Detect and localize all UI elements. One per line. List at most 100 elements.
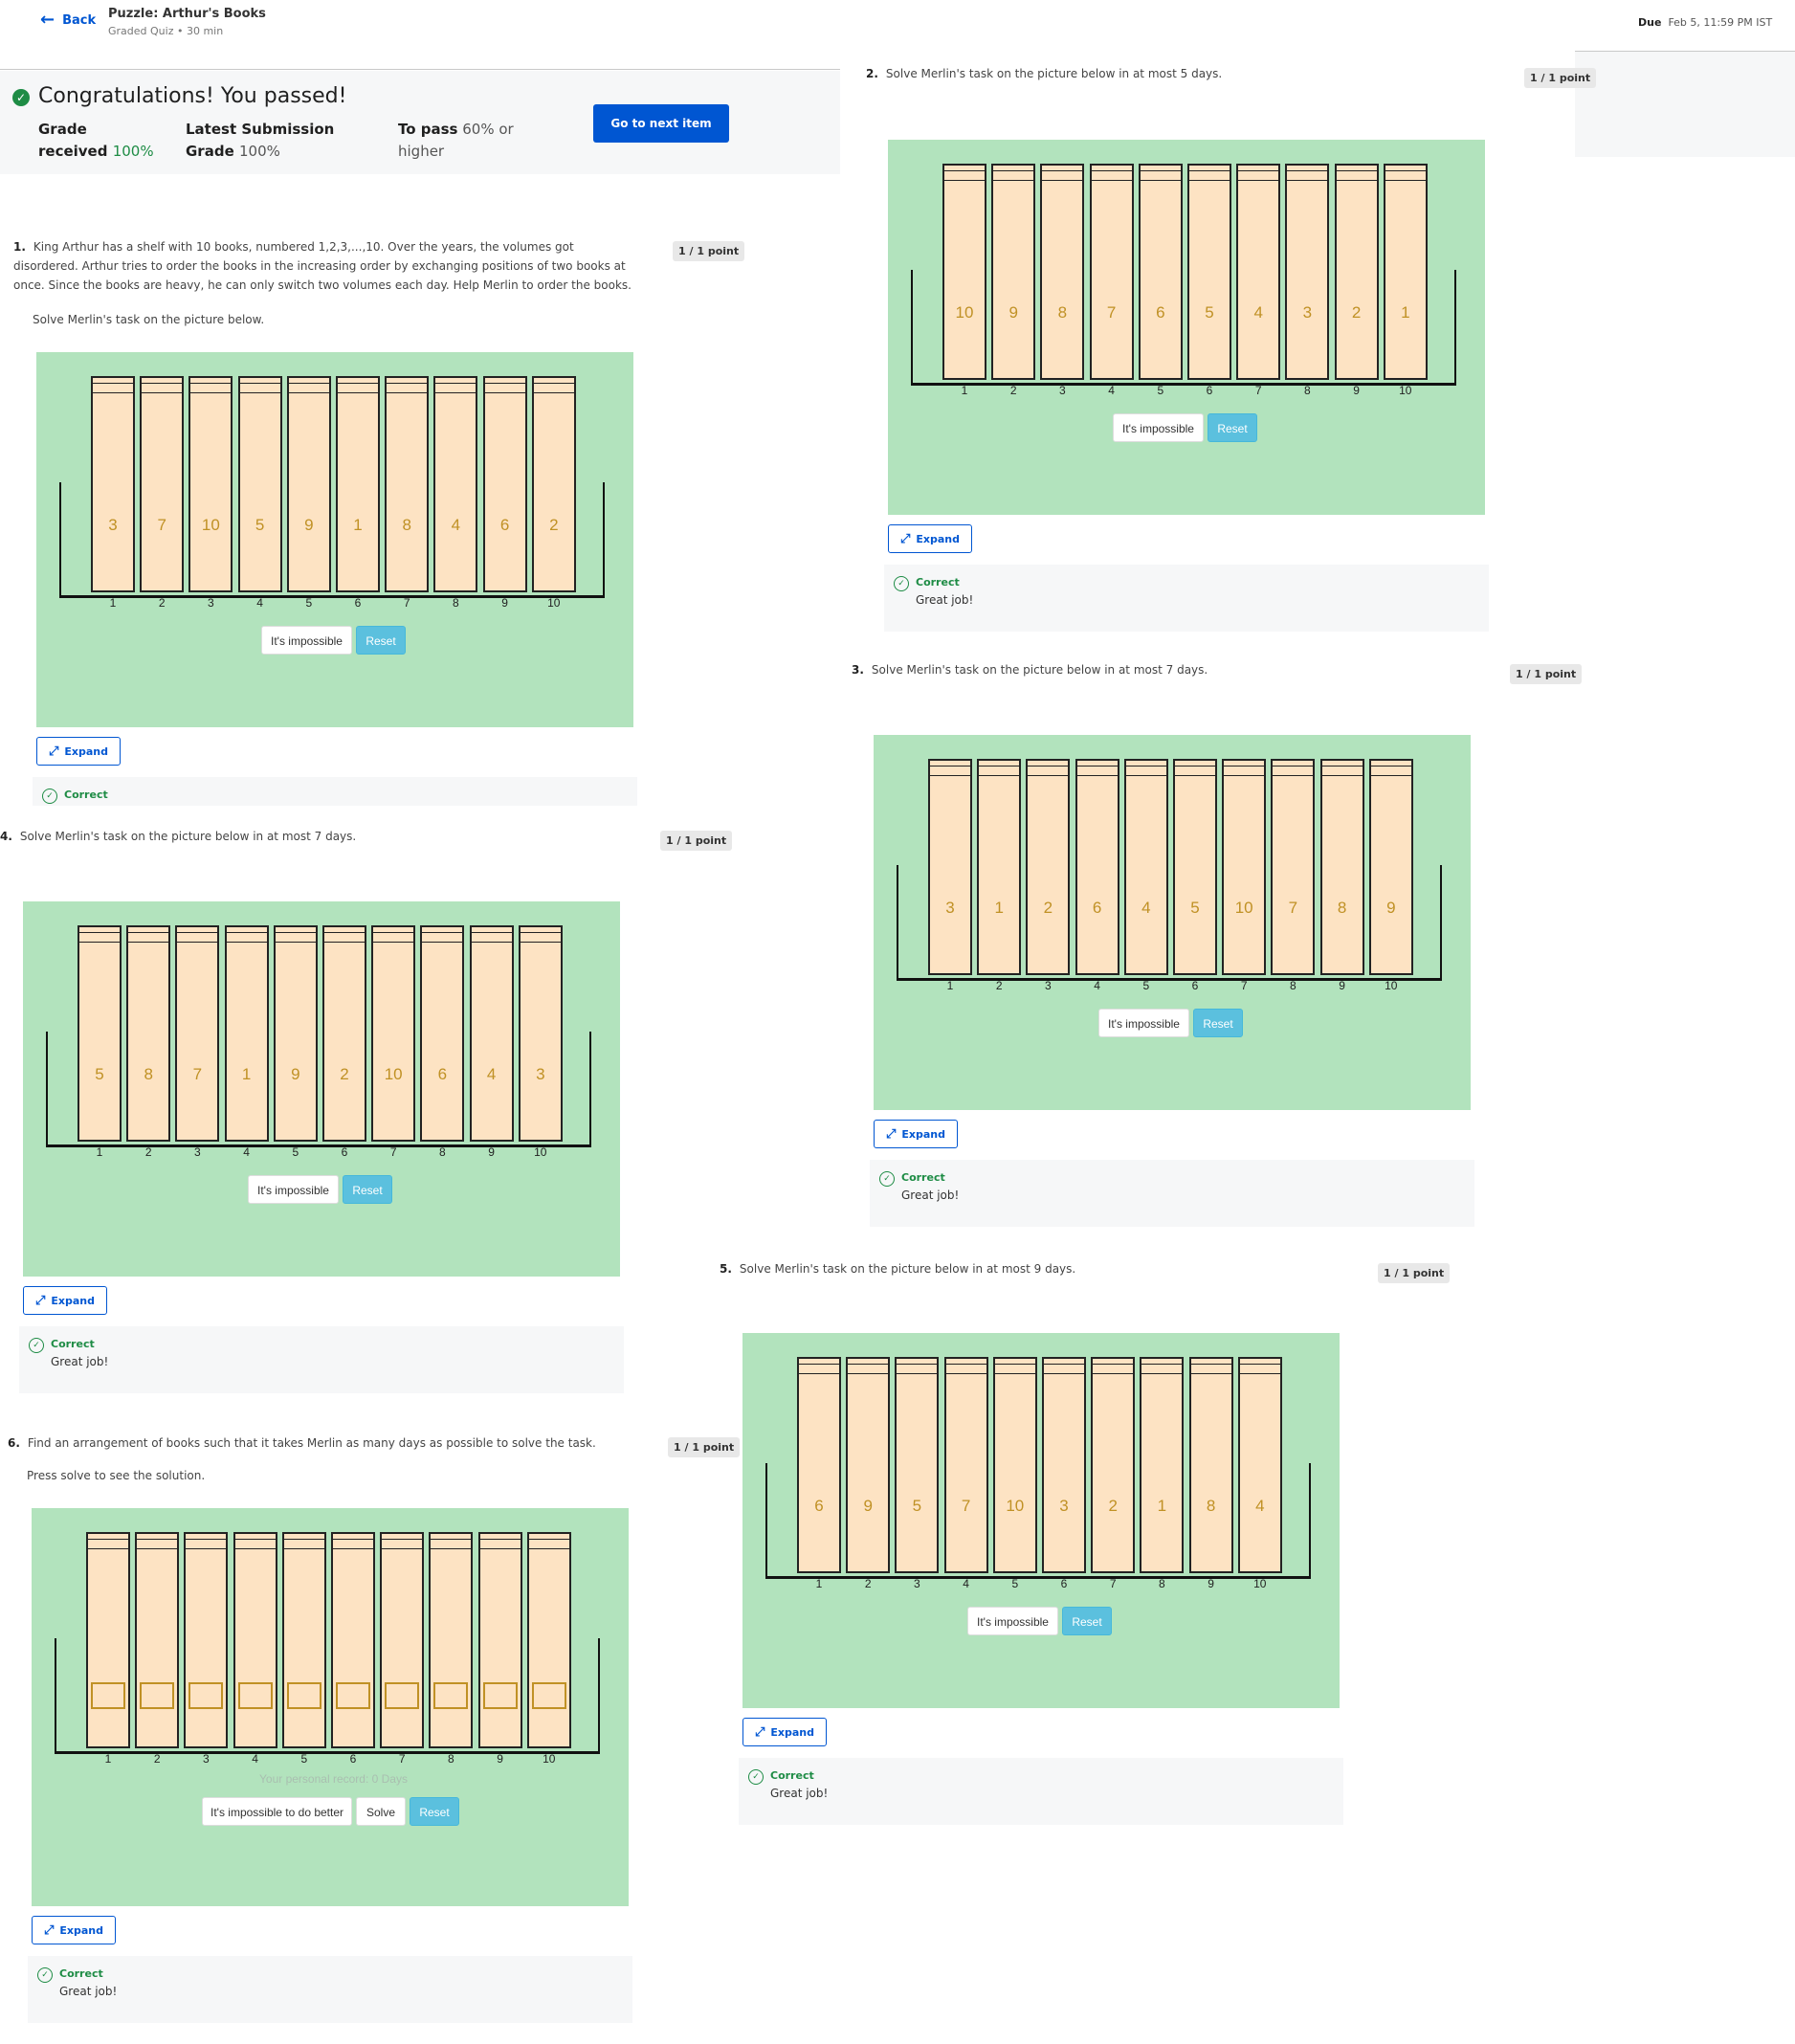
position-label: 5 [1157,384,1164,397]
book[interactable] [429,1532,474,1748]
book[interactable]: 7 [943,1357,988,1573]
book[interactable]: 5 [1173,759,1217,975]
book[interactable]: 1 [977,759,1022,975]
book[interactable]: 1 [1383,164,1428,380]
reset-button[interactable]: Reset [410,1797,459,1826]
book[interactable]: 9 [846,1357,891,1573]
book[interactable] [184,1532,229,1748]
book[interactable] [233,1532,277,1748]
book[interactable]: 5 [78,925,122,1142]
book[interactable] [135,1532,180,1748]
book-bands [373,932,414,943]
book-bands [382,1539,423,1549]
book[interactable]: 8 [1040,164,1085,380]
book[interactable]: 7 [175,925,220,1142]
impossible-button[interactable]: It's impossible [1098,1009,1189,1037]
impossible-button[interactable]: It's impossible [967,1607,1058,1635]
book[interactable] [477,1532,522,1748]
book[interactable]: 8 [385,376,430,592]
book[interactable] [86,1532,130,1748]
impossible-better-button[interactable]: It's impossible to do better [202,1797,352,1826]
expand-button[interactable]: ⤢ Expand [742,1718,827,1746]
next-item-button[interactable]: Go to next item [593,104,729,143]
book[interactable]: 8 [1188,1357,1233,1573]
book[interactable]: 6 [1075,759,1119,975]
book[interactable]: 3 [928,759,972,975]
book[interactable]: 6 [482,376,527,592]
book[interactable] [331,1532,375,1748]
shelf-base [765,1576,1311,1579]
position-label: 9 [497,1752,503,1766]
book[interactable]: 10 [1222,759,1267,975]
expand-button[interactable]: ⤢ Expand [874,1120,958,1148]
feedback-message: Great job! [59,1985,118,1998]
book[interactable] [281,1532,326,1748]
expand-button[interactable]: ⤢ Expand [888,524,972,553]
book-bands [79,932,120,943]
book[interactable] [526,1532,571,1748]
book[interactable]: 6 [1138,164,1183,380]
book[interactable]: 4 [1237,1357,1282,1573]
reset-button[interactable]: Reset [343,1175,392,1204]
book[interactable]: 9 [273,925,318,1142]
book[interactable]: 4 [433,376,478,592]
book[interactable]: 5 [1187,164,1231,380]
book[interactable]: 10 [188,376,233,592]
book[interactable] [380,1532,425,1748]
reset-button[interactable]: Reset [1062,1607,1112,1635]
impossible-button[interactable]: It's impossible [261,626,352,655]
book[interactable]: 7 [1271,759,1316,975]
shelf-base [46,1144,591,1147]
back-link[interactable]: ← Back [40,11,96,29]
book-bands [1370,766,1411,776]
book[interactable]: 4 [1123,759,1168,975]
reset-button[interactable]: Reset [356,626,406,655]
book[interactable]: 5 [895,1357,940,1573]
book[interactable]: 1 [336,376,380,592]
book[interactable]: 2 [322,925,366,1142]
grade-value: 100% [112,143,154,160]
book[interactable]: 2 [1026,759,1071,975]
position-label: 6 [341,1145,348,1159]
book[interactable]: 4 [1236,164,1281,380]
book[interactable]: 9 [1368,759,1413,975]
book[interactable]: 10 [992,1357,1037,1573]
book[interactable]: 10 [371,925,416,1142]
book[interactable]: 2 [1334,164,1379,380]
solve-button[interactable]: Solve [356,1797,406,1826]
book[interactable]: 10 [942,164,986,380]
shelf-left-wall [46,1032,48,1147]
expand-button[interactable]: ⤢ Expand [32,1916,116,1944]
expand-button[interactable]: ⤢ Expand [36,737,121,766]
book[interactable]: 9 [991,164,1036,380]
book[interactable]: 3 [518,925,563,1142]
expand-button[interactable]: ⤢ Expand [23,1286,107,1315]
to-pass: To pass 60% or higher [398,119,514,163]
book[interactable]: 3 [1285,164,1330,380]
book[interactable]: 2 [1091,1357,1136,1573]
book[interactable]: 6 [797,1357,841,1573]
book-number: 10 [201,516,220,534]
position-label: 7 [389,1145,397,1159]
impossible-button[interactable]: It's impossible [248,1175,339,1204]
reset-button[interactable]: Reset [1193,1009,1243,1037]
book[interactable]: 8 [1319,759,1364,975]
book[interactable]: 2 [531,376,576,592]
book[interactable]: 8 [126,925,171,1142]
book[interactable]: 1 [1140,1357,1185,1573]
impossible-button[interactable]: It's impossible [1113,413,1204,442]
book[interactable]: 1 [224,925,269,1142]
book[interactable]: 7 [1089,164,1134,380]
book[interactable]: 5 [237,376,282,592]
shelf-left-wall [765,1463,767,1579]
book[interactable]: 3 [91,376,135,592]
book-bands [333,1539,373,1549]
book[interactable]: 7 [140,376,185,592]
feedback-title: Correct [59,1967,103,1980]
book[interactable]: 3 [1042,1357,1086,1573]
book[interactable]: 6 [420,925,465,1142]
book[interactable]: 4 [469,925,514,1142]
book[interactable]: 9 [286,376,331,592]
reset-button[interactable]: Reset [1208,413,1257,442]
position-label: 10 [547,596,561,610]
